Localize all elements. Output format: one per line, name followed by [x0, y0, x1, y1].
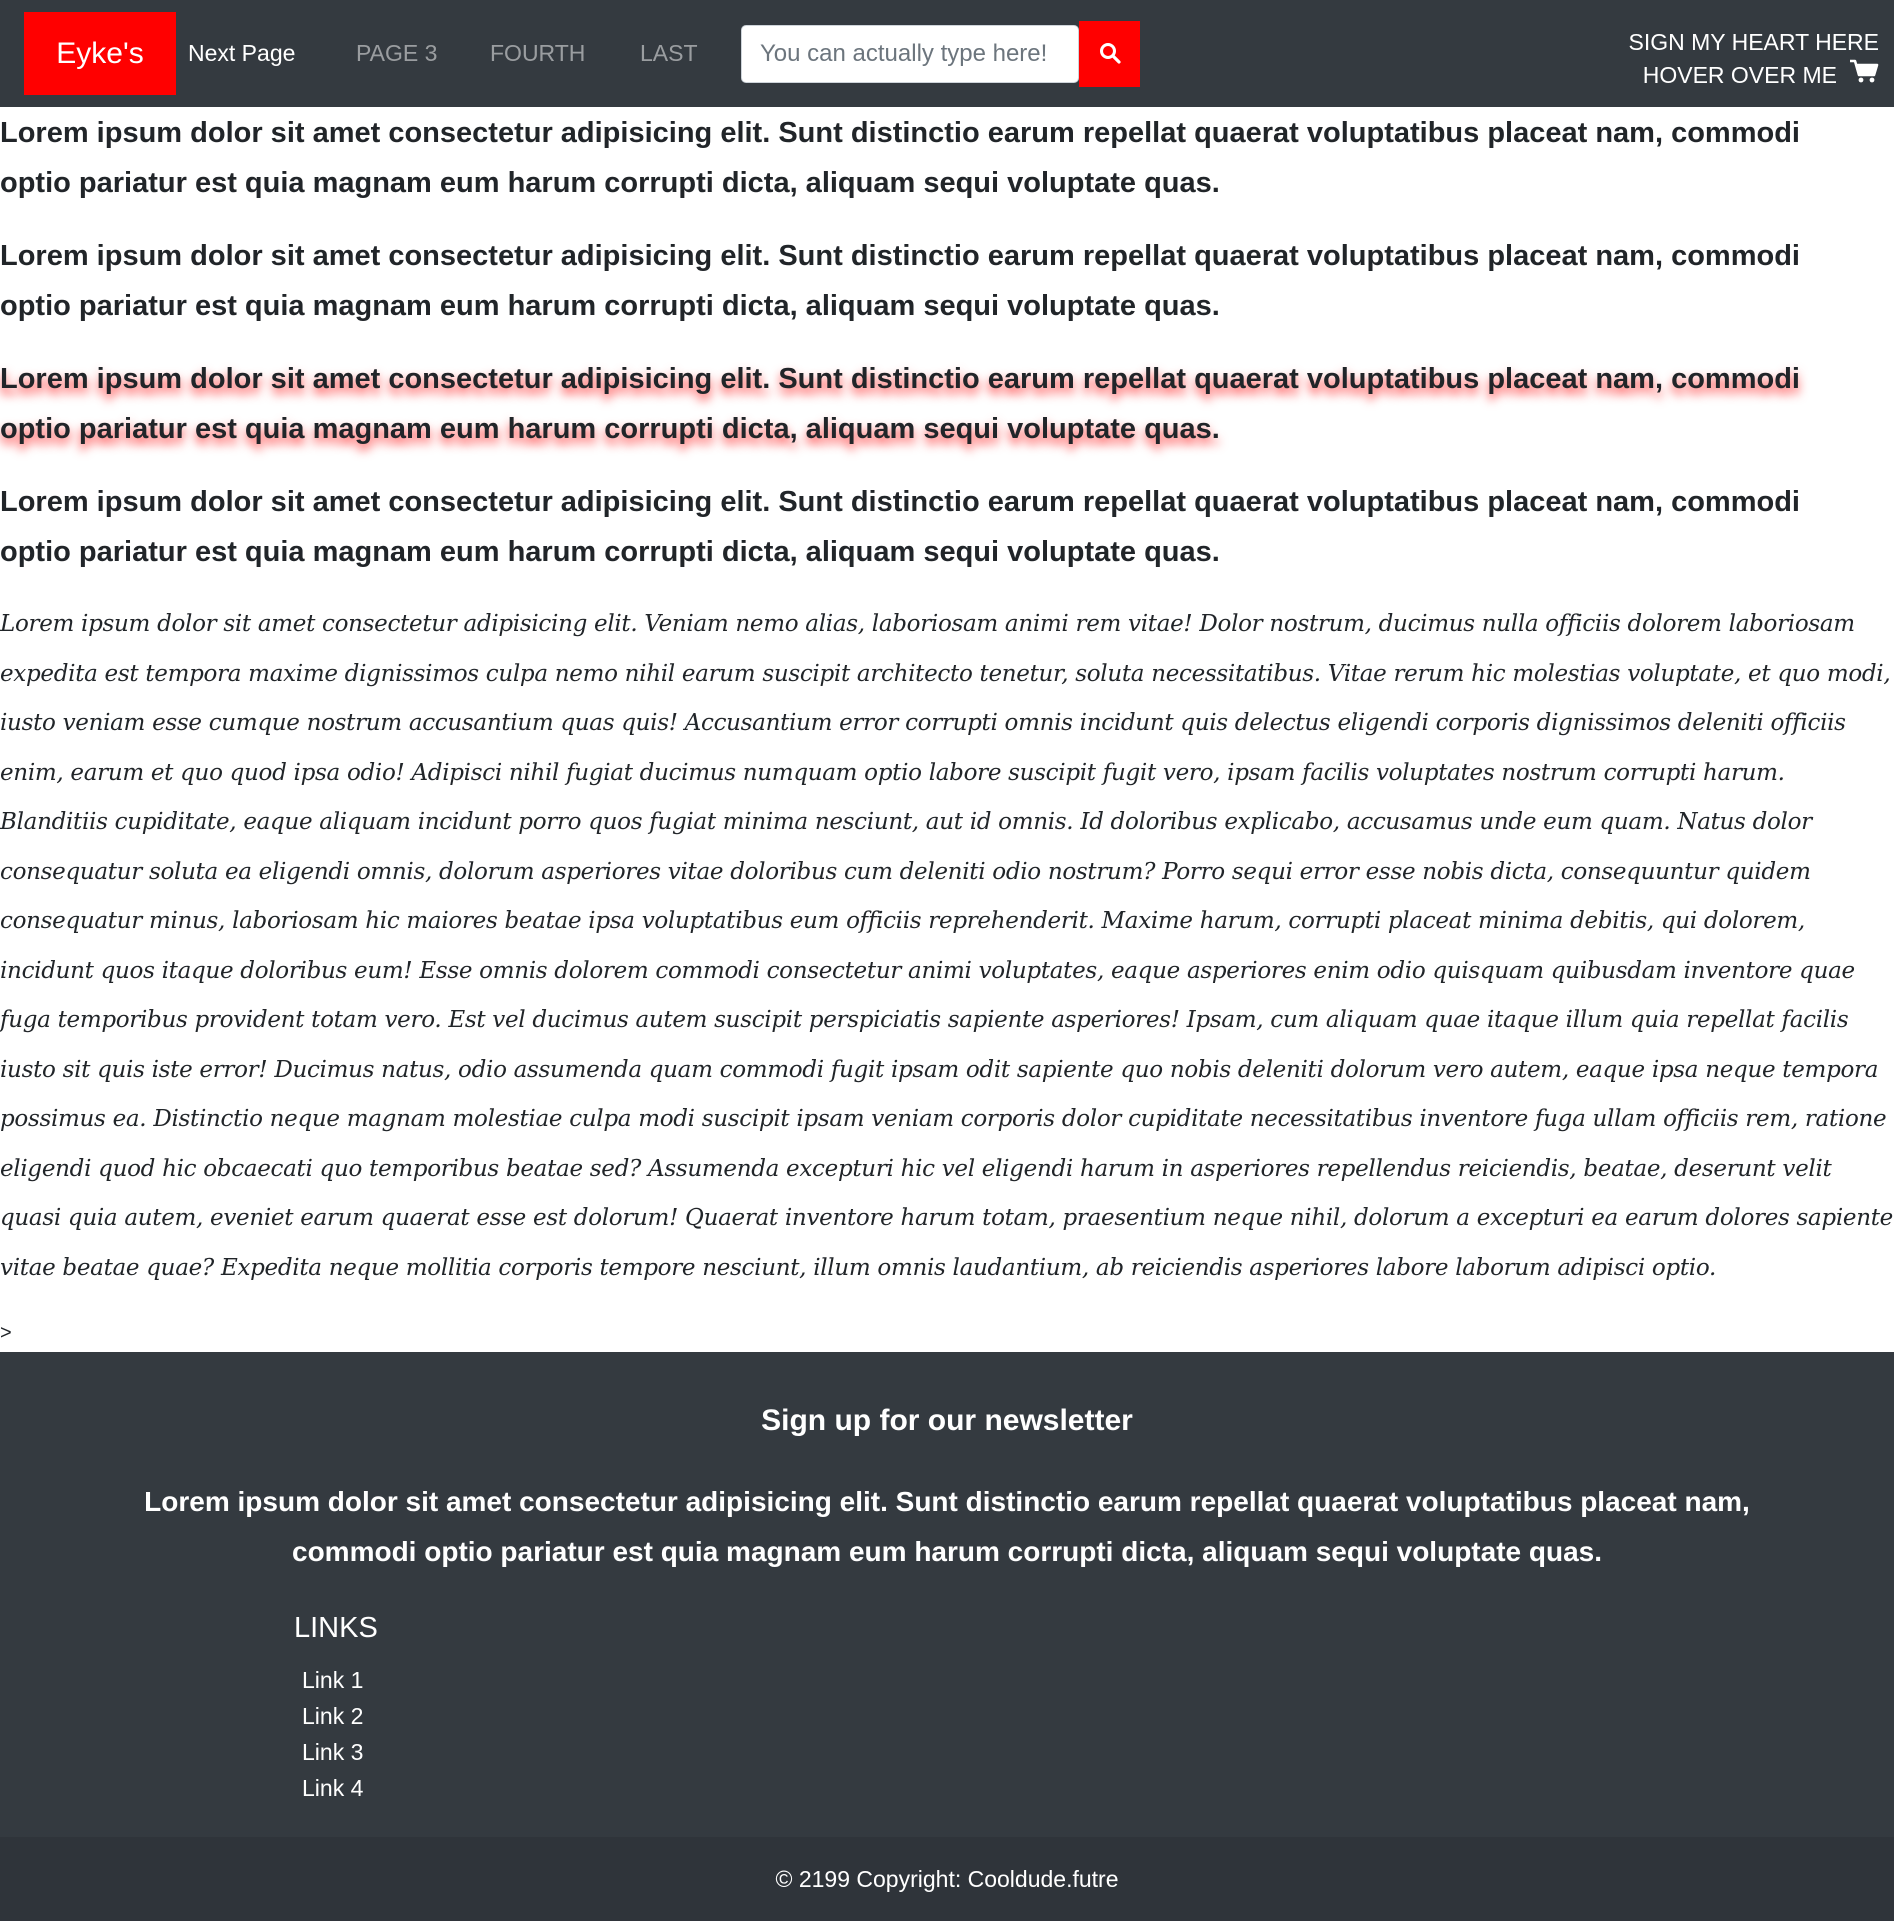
- newsletter-title: Sign up for our newsletter: [761, 1404, 1133, 1437]
- intro-paragraph-2: Lorem ipsum dolor sit amet consectetur a…: [0, 240, 1800, 322]
- footer-link-item: Link 4: [302, 1770, 363, 1806]
- nav-link-page-3[interactable]: PAGE 3: [356, 0, 437, 107]
- brand-logo-link[interactable]: Eyke's: [24, 12, 176, 95]
- footer-main: Sign up for our newsletter Lorem ipsum d…: [0, 1352, 1894, 1837]
- newsletter-text: Lorem ipsum dolor sit amet consectetur a…: [144, 1486, 1750, 1567]
- intro-paragraph-4: Lorem ipsum dolor sit amet consectetur a…: [0, 486, 1800, 568]
- copyright-bar: © 2199 Copyright: Cooldude.futre: [0, 1837, 1894, 1921]
- shopping-cart-icon[interactable]: [1849, 58, 1879, 92]
- footer-link-3[interactable]: Link 3: [302, 1739, 363, 1765]
- search-button[interactable]: [1079, 21, 1140, 87]
- footer-links-list: Link 1 Link 2 Link 3 Link 4: [302, 1662, 363, 1806]
- navbar: Eyke's Next Page PAGE 3 FOURTH LAST SIGN…: [0, 0, 1894, 107]
- footer-link-item: Link 1: [302, 1662, 363, 1698]
- links-heading: LINKS: [294, 1612, 378, 1644]
- nav-link-fourth[interactable]: FOURTH: [490, 0, 585, 107]
- right-nav: SIGN MY HEART HERE HOVER OVER ME: [1628, 26, 1879, 92]
- stray-character: >: [0, 1322, 12, 1344]
- nav-link-next-page[interactable]: Next Page: [188, 0, 295, 107]
- long-cursive-text: Lorem ipsum dolor sit amet consectetur a…: [0, 611, 1893, 1281]
- hover-over-me-link[interactable]: HOVER OVER ME: [1643, 59, 1837, 91]
- nav-link-last[interactable]: LAST: [640, 0, 698, 107]
- search-icon: [1099, 42, 1121, 67]
- footer-link-1[interactable]: Link 1: [302, 1667, 363, 1693]
- footer-link-item: Link 3: [302, 1734, 363, 1770]
- search-input[interactable]: [741, 25, 1079, 83]
- sign-my-heart-link[interactable]: SIGN MY HEART HERE: [1628, 26, 1879, 58]
- footer-link-item: Link 2: [302, 1698, 363, 1734]
- intro-paragraph-3-glow: Lorem ipsum dolor sit amet consectetur a…: [0, 363, 1800, 445]
- copyright-text: © 2199 Copyright: Cooldude.futre: [775, 1865, 1119, 1892]
- intro-paragraph-1: Lorem ipsum dolor sit amet consectetur a…: [0, 117, 1800, 199]
- footer-link-4[interactable]: Link 4: [302, 1775, 363, 1801]
- footer-link-2[interactable]: Link 2: [302, 1703, 363, 1729]
